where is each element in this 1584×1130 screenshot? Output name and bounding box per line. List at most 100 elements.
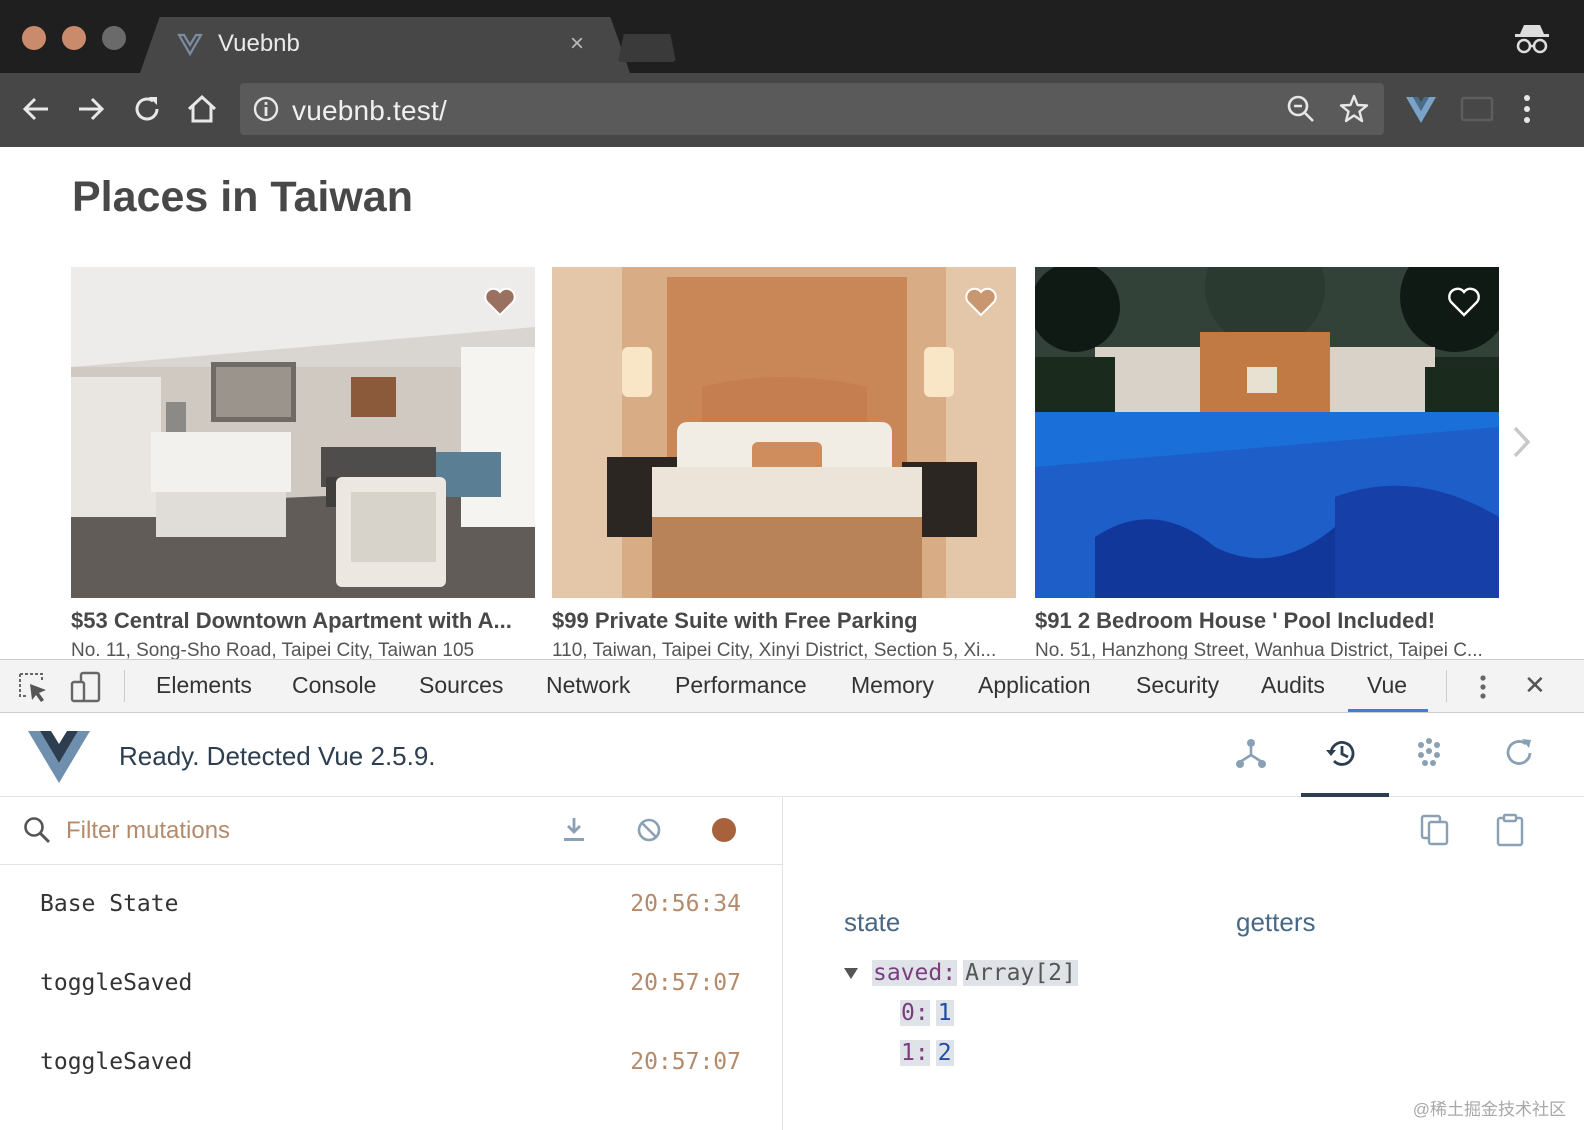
tab-application[interactable]: Application [978,672,1091,699]
inspect-element-icon[interactable] [16,670,50,704]
more-vert-icon[interactable] [1466,670,1500,704]
url-text[interactable]: vuebnb.test/ [292,95,447,127]
tab-console[interactable]: Console [292,672,376,699]
clipboard-icon[interactable] [1493,813,1527,847]
inspector-toolbar [784,797,1584,865]
mutation-name: toggleSaved [40,1049,193,1075]
listing-address: 110, Taiwan, Taipei City, Xinyi District… [552,640,997,659]
browser-tab[interactable] [140,17,630,73]
vue-extension-icon[interactable] [1403,91,1439,127]
tree-key: 0: [900,1000,930,1026]
vue-favicon-icon [177,33,203,57]
browser-toolbar: vuebnb.test/ [0,73,1584,147]
web-page: Places in Taiwan $53 Central Downtown Ap… [0,147,1584,659]
listing-address: No. 11, Song-Sho Road, Taipei City, Taiw… [71,640,475,659]
browser-titlebar: Vuebnb × [0,0,1584,73]
forward-arrow-icon[interactable] [73,91,109,127]
close-icon[interactable]: ✕ [1524,670,1546,701]
mutation-name: toggleSaved [40,970,193,996]
listing-title[interactable]: $99 Private Suite with Free Parking [552,608,1016,634]
listing-title[interactable]: $53 Central Downtown Apartment with A... [71,608,535,634]
home-icon[interactable] [184,91,220,127]
mutations-pane: Base State 20:56:34 toggleSaved 20:57:07… [0,797,783,1130]
state-inspector-pane: state getters saved: Array[2] 0: 1 1: 2 [784,797,1584,1130]
tab-elements[interactable]: Elements [156,672,252,699]
devtools-panel: Elements Console Sources Network Perform… [0,659,1584,1130]
filter-bar [0,797,783,865]
device-toolbar-icon[interactable] [69,670,103,704]
copy-icon[interactable] [1418,813,1452,847]
download-icon[interactable] [559,815,589,845]
mutation-time: 20:57:07 [630,1049,741,1075]
tab-title: Vuebnb [218,30,300,57]
tab-close-icon[interactable]: × [570,32,584,56]
mutation-row[interactable]: Base State 20:56:34 [0,865,783,944]
heart-icon[interactable] [483,287,517,317]
toolbar-divider [1446,670,1447,702]
history-icon[interactable] [1323,735,1359,771]
tree-value: Array[2] [963,960,1078,986]
vue-status-text: Ready. Detected Vue 2.5.9. [119,741,436,771]
listing-card[interactable]: $53 Central Downtown Apartment with A...… [71,267,535,659]
heart-icon[interactable] [964,287,998,317]
devtools-tabbar: Elements Console Sources Network Perform… [0,660,1584,713]
tab-audits[interactable]: Audits [1261,672,1325,699]
window-minimize-button[interactable] [62,26,86,50]
chevron-right-icon[interactable] [1510,422,1534,462]
info-icon[interactable] [252,95,280,123]
listing-card[interactable]: $99 Private Suite with Free Parking 110,… [552,267,1016,659]
tab-performance[interactable]: Performance [675,672,807,699]
listing-address: No. 51, Hanzhong Street, Wanhua District… [1035,640,1483,659]
listing-image[interactable] [71,267,535,598]
tab-network[interactable]: Network [546,672,630,699]
zoom-icon[interactable] [1285,93,1317,125]
new-tab-button[interactable] [618,34,676,62]
tab-vue[interactable]: Vue [1367,672,1407,699]
getters-section-label: getters [1236,907,1316,937]
filter-mutations-input[interactable] [66,813,526,849]
watermark: @稀土掘金技术社区 [1412,1100,1566,1119]
state-tree: saved: Array[2] 0: 1 1: 2 [844,960,1078,1080]
listing-image[interactable] [552,267,1016,598]
mutation-time: 20:57:07 [630,970,741,996]
tree-value: 1 [935,1000,954,1026]
tree-node-saved[interactable]: saved: Array[2] [844,960,1078,1000]
vue-logo-icon [28,731,90,783]
window-close-button[interactable] [22,26,46,50]
tree-node-item[interactable]: 0: 1 [844,1000,1078,1040]
tab-memory[interactable]: Memory [851,672,934,699]
mutation-row[interactable]: toggleSaved 20:57:07 [0,1023,783,1102]
active-tab-indicator [1348,709,1428,712]
caret-down-icon[interactable] [844,968,858,979]
mutation-row[interactable]: toggleSaved 20:57:07 [0,944,783,1023]
address-bar[interactable]: vuebnb.test/ [240,83,1384,135]
heart-icon[interactable] [1447,287,1481,317]
mutation-name: Base State [40,891,179,917]
events-icon[interactable] [1411,735,1447,771]
record-icon[interactable] [709,815,739,845]
search-icon [24,817,51,844]
more-vert-icon[interactable] [1515,91,1539,127]
cast-icon[interactable] [1460,95,1494,123]
back-arrow-icon[interactable] [18,91,54,127]
tab-security[interactable]: Security [1136,672,1219,699]
listing-title[interactable]: $91 2 Bedroom House ' Pool Included! [1035,608,1499,634]
toolbar-divider [124,670,125,702]
tab-sources[interactable]: Sources [419,672,503,699]
components-tree-icon[interactable] [1233,735,1269,771]
mutation-time: 20:56:34 [630,891,741,917]
refresh-icon[interactable] [1501,735,1537,771]
page-title: Places in Taiwan [72,173,413,221]
state-section-label: state [844,907,901,937]
block-icon[interactable] [634,815,664,845]
listing-image[interactable] [1035,267,1499,598]
tree-node-item[interactable]: 1: 2 [844,1040,1078,1080]
star-icon[interactable] [1338,93,1370,125]
reload-icon[interactable] [129,91,165,127]
listing-card[interactable]: $91 2 Bedroom House ' Pool Included! No.… [1035,267,1499,659]
tree-key: 1: [900,1040,930,1066]
vue-devtools-header: Ready. Detected Vue 2.5.9. [0,713,1584,797]
tree-key: saved: [872,960,958,986]
tree-value: 2 [935,1040,954,1066]
window-maximize-button[interactable] [102,26,126,50]
